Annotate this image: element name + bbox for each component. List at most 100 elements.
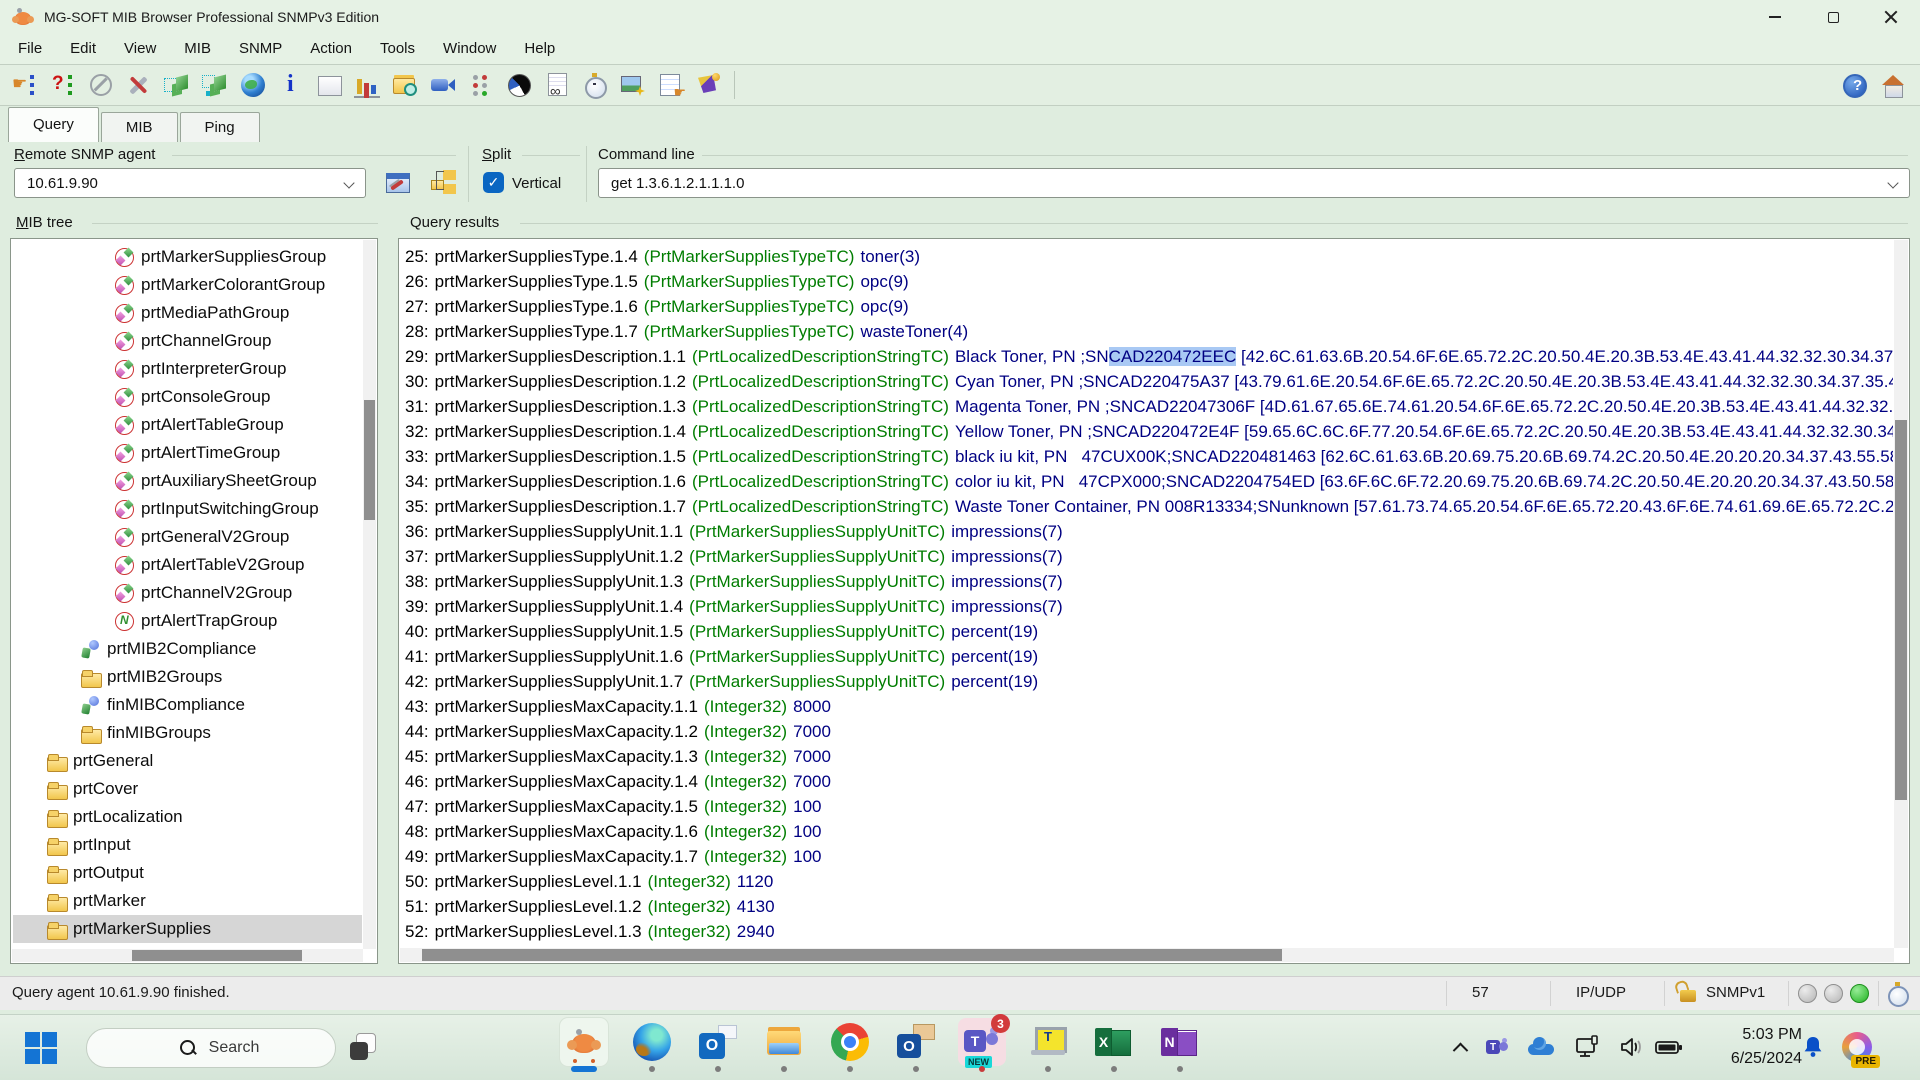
result-row[interactable]: 28:prtMarkerSuppliesType.1.7(PrtMarkerSu… bbox=[405, 319, 1893, 344]
result-row[interactable]: 26:prtMarkerSuppliesType.1.5(PrtMarkerSu… bbox=[405, 269, 1893, 294]
tree-item[interactable]: prtConsoleGroup bbox=[13, 383, 362, 411]
tree-item[interactable]: prtMIB2Compliance bbox=[13, 635, 362, 663]
home-button[interactable] bbox=[1874, 69, 1912, 103]
result-row[interactable]: 45:prtMarkerSuppliesMaxCapacity.1.3(Inte… bbox=[405, 744, 1893, 769]
walk-subtree-button[interactable] bbox=[158, 68, 196, 102]
scrollbar-thumb[interactable] bbox=[422, 949, 1282, 961]
result-row[interactable]: 37:prtMarkerSuppliesSupplyUnit.1.2(PrtMa… bbox=[405, 544, 1893, 569]
task-view-button[interactable] bbox=[350, 1035, 380, 1065]
quick-query-button[interactable] bbox=[44, 68, 82, 102]
tab[interactable]: MIB bbox=[101, 112, 178, 142]
tree-item[interactable]: prtMarker bbox=[13, 887, 362, 915]
result-row[interactable]: 42:prtMarkerSuppliesSupplyUnit.1.7(PrtMa… bbox=[405, 669, 1893, 694]
image-tools-button[interactable] bbox=[614, 68, 652, 102]
result-row[interactable]: 48:prtMarkerSuppliesMaxCapacity.1.6(Inte… bbox=[405, 819, 1893, 844]
taskbar-app-edge[interactable] bbox=[628, 1018, 676, 1066]
info-button[interactable] bbox=[272, 68, 310, 102]
tray-expand-button[interactable] bbox=[1443, 1030, 1477, 1064]
result-row[interactable]: 25:prtMarkerSuppliesType.1.4(PrtMarkerSu… bbox=[405, 244, 1893, 269]
taskbar-app-excel[interactable]: X bbox=[1090, 1018, 1138, 1066]
pie-chart-button[interactable] bbox=[500, 68, 538, 102]
menu-item[interactable]: File bbox=[4, 34, 56, 64]
results-vertical-scrollbar[interactable] bbox=[1894, 240, 1908, 948]
tree-vertical-scrollbar[interactable] bbox=[363, 240, 376, 949]
tree-item[interactable]: prtGeneralV2Group bbox=[13, 523, 362, 551]
tree-item[interactable]: prtAlertTableV2Group bbox=[13, 551, 362, 579]
result-row[interactable]: 47:prtMarkerSuppliesMaxCapacity.1.5(Inte… bbox=[405, 794, 1893, 819]
tree-item[interactable]: prtAlertTrapGroup bbox=[13, 607, 362, 635]
tray-battery[interactable] bbox=[1652, 1030, 1686, 1064]
scrollbar-thumb[interactable] bbox=[1895, 420, 1907, 800]
agent-tree-button[interactable] bbox=[424, 168, 460, 198]
result-row[interactable]: 29:prtMarkerSuppliesDescription.1.1(PrtL… bbox=[405, 344, 1893, 369]
menu-item[interactable]: Edit bbox=[56, 34, 110, 64]
result-row[interactable]: 35:prtMarkerSuppliesDescription.1.7(PrtL… bbox=[405, 494, 1893, 519]
tree-item[interactable]: prtAlertTableGroup bbox=[13, 411, 362, 439]
tree-item[interactable]: prtChannelV2Group bbox=[13, 579, 362, 607]
menu-item[interactable]: SNMP bbox=[225, 34, 296, 64]
notes-button[interactable] bbox=[652, 68, 690, 102]
scrollbar-thumb[interactable] bbox=[364, 400, 375, 520]
menu-item[interactable]: View bbox=[110, 34, 170, 64]
tray-onedrive[interactable] bbox=[1524, 1030, 1558, 1064]
tree-item[interactable]: prtLocalization bbox=[13, 803, 362, 831]
menu-item[interactable]: Window bbox=[429, 34, 510, 64]
menu-item[interactable]: Tools bbox=[366, 34, 429, 64]
tree-item[interactable]: prtMarkerSupplies bbox=[13, 915, 362, 943]
tray-notifications[interactable] bbox=[1796, 1030, 1830, 1064]
result-row[interactable]: 31:prtMarkerSuppliesDescription.1.3(PrtL… bbox=[405, 394, 1893, 419]
tree-item[interactable]: prtMarkerColorantGroup bbox=[13, 271, 362, 299]
tree-item[interactable]: finMIBCompliance bbox=[13, 691, 362, 719]
result-row[interactable]: 40:prtMarkerSuppliesSupplyUnit.1.5(PrtMa… bbox=[405, 619, 1893, 644]
start-button[interactable] bbox=[24, 1031, 58, 1065]
taskbar-app-file-explorer[interactable] bbox=[760, 1018, 808, 1066]
tree-item[interactable]: prtMarkerSuppliesGroup bbox=[13, 243, 362, 271]
taskbar-app-terminal-t[interactable]: T bbox=[1024, 1018, 1072, 1066]
tree-item[interactable]: prtInput bbox=[13, 831, 362, 859]
chart-view-button[interactable] bbox=[348, 68, 386, 102]
result-row[interactable]: 51:prtMarkerSuppliesLevel.1.2(Integer32)… bbox=[405, 894, 1893, 919]
tree-item[interactable]: prtInterpreterGroup bbox=[13, 355, 362, 383]
result-row[interactable]: 39:prtMarkerSuppliesSupplyUnit.1.4(PrtMa… bbox=[405, 594, 1893, 619]
result-row[interactable]: 32:prtMarkerSuppliesDescription.1.4(PrtL… bbox=[405, 419, 1893, 444]
report-button[interactable] bbox=[538, 68, 576, 102]
taskbar-app-teams[interactable]: T 3 NEW bbox=[958, 1018, 1006, 1066]
tray-copilot[interactable]: PRE bbox=[1840, 1030, 1874, 1064]
mib-search-button[interactable] bbox=[386, 68, 424, 102]
tab[interactable]: Query bbox=[8, 107, 99, 142]
taskbar-search[interactable]: Search bbox=[86, 1028, 336, 1068]
tray-teams[interactable]: T bbox=[1480, 1030, 1514, 1064]
table-walk-button[interactable] bbox=[196, 68, 234, 102]
result-row[interactable]: 50:prtMarkerSuppliesLevel.1.1(Integer32)… bbox=[405, 869, 1893, 894]
results-horizontal-scrollbar[interactable] bbox=[400, 948, 1894, 962]
table-view-button[interactable] bbox=[310, 68, 348, 102]
tree-horizontal-scrollbar[interactable] bbox=[12, 949, 363, 962]
chevron-down-icon[interactable] bbox=[343, 177, 354, 188]
tree-item[interactable]: prtChannelGroup bbox=[13, 327, 362, 355]
remote-agent-combobox[interactable]: 10.61.9.90 bbox=[14, 168, 366, 198]
network-button[interactable] bbox=[234, 68, 272, 102]
menu-item[interactable]: Help bbox=[510, 34, 569, 64]
taskbar-app-outlook-classic[interactable]: O bbox=[892, 1018, 940, 1066]
tray-clock[interactable]: 5:03 PM 6/25/2024 bbox=[1731, 1023, 1802, 1071]
result-row[interactable]: 33:prtMarkerSuppliesDescription.1.5(PrtL… bbox=[405, 444, 1893, 469]
chevron-down-icon[interactable] bbox=[1887, 177, 1898, 188]
taskbar-app-chrome[interactable] bbox=[826, 1018, 874, 1066]
stopwatch-button[interactable] bbox=[576, 68, 614, 102]
stop-button[interactable] bbox=[82, 68, 120, 102]
scrollbar-thumb[interactable] bbox=[132, 950, 302, 961]
tray-volume[interactable] bbox=[1614, 1030, 1648, 1064]
result-row[interactable]: 36:prtMarkerSuppliesSupplyUnit.1.1(PrtMa… bbox=[405, 519, 1893, 544]
bookmark-button[interactable] bbox=[690, 68, 728, 102]
result-row[interactable]: 49:prtMarkerSuppliesMaxCapacity.1.7(Inte… bbox=[405, 844, 1893, 869]
tree-item[interactable]: prtOutput bbox=[13, 859, 362, 887]
tray-display[interactable] bbox=[1570, 1030, 1604, 1064]
result-row[interactable]: 27:prtMarkerSuppliesType.1.6(PrtMarkerSu… bbox=[405, 294, 1893, 319]
result-row[interactable]: 52:prtMarkerSuppliesLevel.1.3(Integer32)… bbox=[405, 919, 1893, 944]
tree-item[interactable]: finMIBGroups bbox=[13, 719, 362, 747]
tree-item[interactable]: prtMIB2Groups bbox=[13, 663, 362, 691]
taskbar-app-onenote[interactable]: N bbox=[1156, 1018, 1204, 1066]
result-row[interactable]: 46:prtMarkerSuppliesMaxCapacity.1.4(Inte… bbox=[405, 769, 1893, 794]
tree-item[interactable]: prtAlertTimeGroup bbox=[13, 439, 362, 467]
command-line-combobox[interactable]: get 1.3.6.1.2.1.1.1.0 bbox=[598, 168, 1910, 198]
